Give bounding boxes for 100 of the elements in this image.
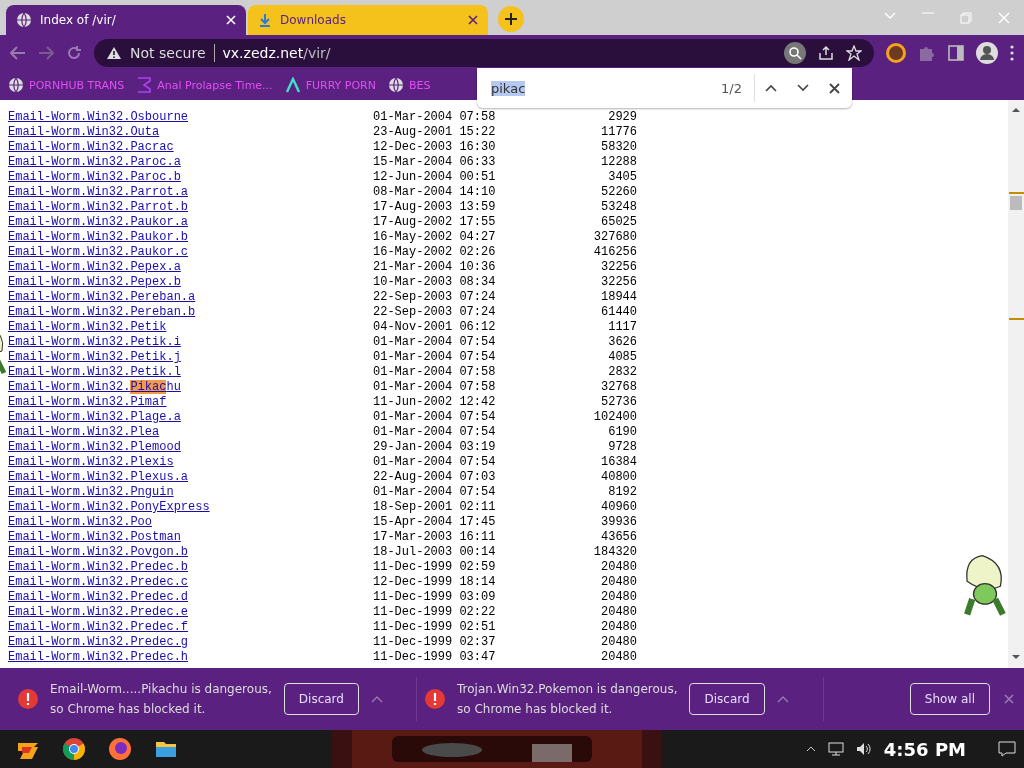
file-link[interactable]: Email-Worm.Win32.Predec.f (8, 620, 373, 635)
chrome-icon[interactable] (62, 737, 86, 761)
size-cell-text: 39936 (600, 515, 637, 530)
firefox-icon[interactable] (108, 737, 132, 761)
warning-icon (106, 45, 122, 60)
date-cell-text: 16-May-2002 02:26 (373, 245, 497, 260)
show-all-button[interactable]: Show all (909, 683, 990, 715)
file-link[interactable]: Email-Worm.Win32.Parrot.b (8, 200, 373, 215)
file-link[interactable]: Email-Worm.Win32.Pepex.b (8, 275, 373, 290)
file-link[interactable]: Email-Worm.Win32.Petik.j (8, 350, 373, 365)
profile-icon[interactable] (976, 41, 998, 64)
file-link[interactable]: Email-Worm.Win32.Plage.a (8, 410, 373, 425)
size-cell-text: 184320 (592, 545, 637, 560)
file-link[interactable]: Email-Worm.Win32.Petik (8, 320, 373, 335)
file-link[interactable]: Email-Worm.Win32.Petik.l (8, 365, 373, 380)
size-cell-text: 40960 (600, 500, 637, 515)
size-cell-text: 20480 (600, 560, 637, 575)
menu-icon[interactable] (1010, 44, 1014, 61)
avatar-icon[interactable] (886, 42, 906, 63)
file-link[interactable]: Email-Worm.Win32.Postman (8, 530, 373, 545)
security-label: Not secure (130, 44, 206, 61)
star-icon[interactable] (846, 44, 862, 61)
file-link[interactable]: Email-Worm.Win32.Predec.g (8, 635, 373, 650)
file-link[interactable]: Email-Worm.Win32.Pnguin (8, 485, 373, 500)
size-cell-text: 327680 (592, 230, 637, 245)
date-cell-text: 18-Sep-2001 02:11 (373, 500, 497, 515)
sidebar-icon[interactable] (948, 44, 964, 61)
size-cell-text: 1117 (607, 320, 637, 335)
date-cell-text: 22-Aug-2004 07:03 (373, 470, 497, 485)
file-link[interactable]: Email-Worm.Win32.Predec.b (8, 560, 373, 575)
file-link[interactable]: Email-Worm.Win32.Pikachu (8, 380, 373, 395)
file-link[interactable]: Email-Worm.Win32.Predec.c (8, 575, 373, 590)
new-tab-button[interactable] (498, 6, 524, 32)
file-link[interactable]: Email-Worm.Win32.Pereban.b (8, 305, 373, 320)
file-link[interactable]: Email-Worm.Win32.Predec.d (8, 590, 373, 605)
file-link[interactable]: Email-Worm.Win32.Pereban.a (8, 290, 373, 305)
share-icon[interactable] (818, 44, 834, 61)
size-cell-text: 20480 (600, 605, 637, 620)
close-icon[interactable] (829, 82, 840, 94)
reload-icon[interactable] (66, 44, 82, 61)
file-link[interactable]: Email-Worm.Win32.Outa (8, 125, 373, 140)
clock[interactable]: 4:56 PM (883, 738, 966, 760)
address-bar[interactable]: Not secure vx.zedz.net/vir/ (94, 38, 874, 67)
date-cell-text: 17-Aug-2003 13:59 (373, 200, 497, 215)
date-cell-text: 01-Mar-2004 07:58 (373, 110, 497, 125)
file-link[interactable]: Email-Worm.Win32.Predec.e (8, 605, 373, 620)
file-link[interactable]: Email-Worm.Win32.PonyExpress (8, 500, 373, 515)
file-link[interactable]: Email-Worm.Win32.Paukor.c (8, 245, 373, 260)
date-cell-text: 22-Sep-2003 07:24 (373, 305, 497, 320)
file-link[interactable]: Email-Worm.Win32.Predec.h (8, 650, 373, 665)
date-cell-text: 01-Mar-2004 07:54 (373, 425, 497, 440)
date-cell-text: 12-Jun-2004 00:51 (373, 170, 497, 185)
browser-tab[interactable]: Index of /vir/ (6, 5, 246, 35)
up-icon[interactable] (765, 84, 777, 92)
scrollbar[interactable] (1008, 100, 1024, 668)
date-cell-text: 11-Dec-1999 02:59 (373, 560, 497, 575)
file-link[interactable]: Email-Worm.Win32.Osbourne (8, 110, 373, 125)
file-link[interactable]: Email-Worm.Win32.Parrot.a (8, 185, 373, 200)
globe-icon (8, 77, 24, 93)
file-link[interactable]: Email-Worm.Win32.Pacrac (8, 140, 373, 155)
close-icon[interactable] (468, 15, 478, 25)
file-link[interactable]: Email-Worm.Win32.Plexis (8, 455, 373, 470)
size-cell-text: 52736 (600, 395, 637, 410)
date-cell-text: 01-Mar-2004 07:54 (373, 485, 497, 500)
network-icon[interactable] (827, 742, 844, 756)
caret-icon[interactable] (805, 746, 816, 752)
size-cell-text: 11776 (600, 125, 637, 140)
file-link[interactable]: Email-Worm.Win32.Paroc.a (8, 155, 373, 170)
file-link[interactable]: Email-Worm.Win32.Paukor.a (8, 215, 373, 230)
file-link[interactable]: Email-Worm.Win32.Pimaf (8, 395, 373, 410)
date-cell-text: 11-Dec-1999 03:09 (373, 590, 497, 605)
find-field[interactable]: pikac (491, 80, 712, 96)
browser-tab[interactable]: Downloads (248, 5, 488, 35)
discard-button[interactable]: Discard (689, 683, 765, 715)
file-link[interactable]: Email-Worm.Win32.Poo (8, 515, 373, 530)
file-link[interactable]: Email-Worm.Win32.Pepex.a (8, 260, 373, 275)
notification-icon[interactable] (998, 741, 1016, 757)
down-icon[interactable] (797, 84, 809, 92)
globe-icon (16, 12, 32, 28)
volume-icon[interactable] (855, 742, 872, 756)
file-link[interactable]: Email-Worm.Win32.Plea (8, 425, 373, 440)
file-link[interactable]: Email-Worm.Win32.Petik.i (8, 335, 373, 350)
size-cell-text: 16384 (600, 455, 637, 470)
date-cell-text: 17-Mar-2003 16:11 (373, 530, 497, 545)
download-message: Trojan.Win32.Pokemon is dangerous, so Chrome has blocked it. (457, 681, 678, 718)
size-cell-text: 12288 (600, 155, 637, 170)
date-cell-text: 18-Jul-2003 00:14 (373, 545, 497, 560)
date-cell-text: 21-Mar-2004 10:36 (373, 260, 497, 275)
back-icon[interactable] (10, 45, 26, 60)
file-link[interactable]: Email-Worm.Win32.Plemood (8, 440, 373, 455)
file-link[interactable]: Email-Worm.Win32.Paukor.b (8, 230, 373, 245)
file-link[interactable]: Email-Worm.Win32.Povgon.b (8, 545, 373, 560)
file-link[interactable]: Email-Worm.Win32.Plexus.a (8, 470, 373, 485)
file-link[interactable]: Email-Worm.Win32.Paroc.b (8, 170, 373, 185)
download-message: Email-Worm.....Pikachu is dangerous, so Chrome has blocked it. (50, 681, 272, 718)
discard-button[interactable]: Discard (283, 683, 359, 715)
zoom-icon[interactable] (784, 41, 806, 64)
size-cell-text: 3405 (607, 170, 637, 185)
size-cell-text: 32256 (600, 260, 637, 275)
date-cell-text: 04-Nov-2001 06:12 (373, 320, 497, 335)
